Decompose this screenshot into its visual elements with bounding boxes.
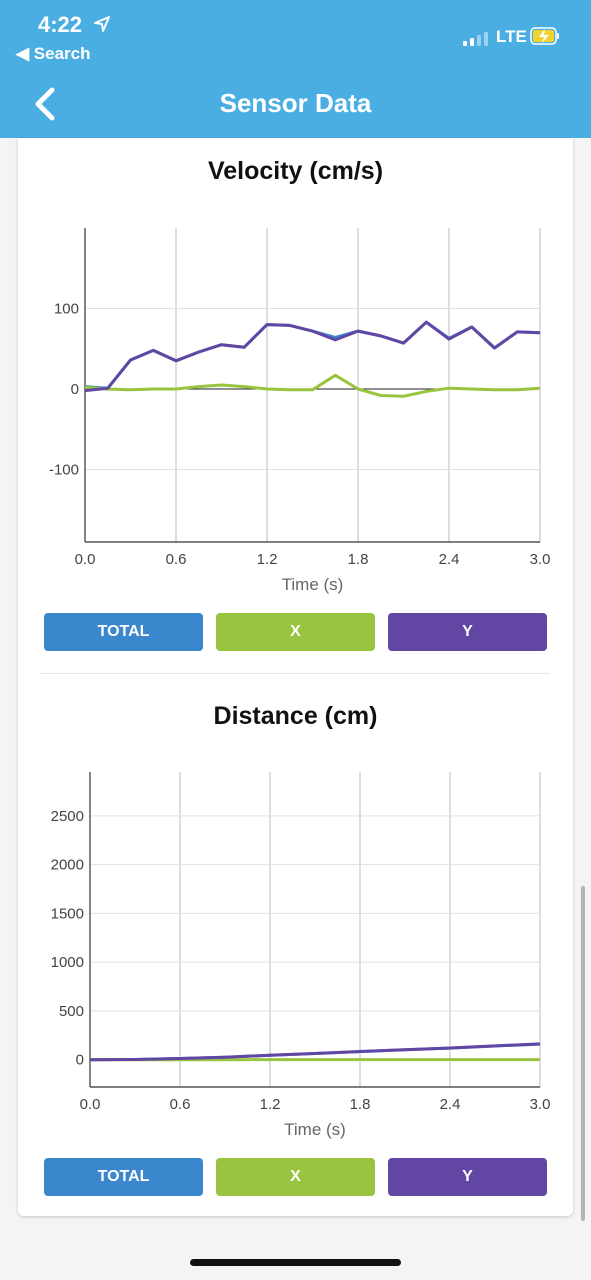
velocity-y-button[interactable]: Y (388, 613, 547, 651)
velocity-x-button[interactable]: X (216, 613, 375, 651)
y-tick-label: 100 (54, 301, 79, 318)
back-to-search-link[interactable]: ◀ Search (16, 44, 91, 64)
app-header: 4:22 ◀ Search LTE Sensor Data (0, 0, 591, 138)
x-tick-label: 2.4 (439, 551, 460, 568)
status-time: 4:22 (38, 12, 83, 37)
distance-chart: 0.0 0.6 1.2 1.8 2.4 3.0 2500 2000 1500 1000 500 0 Ti… (51, 772, 551, 1139)
home-indicator[interactable] (190, 1259, 401, 1266)
cellular-signal-icon (463, 30, 493, 46)
page-title: Sensor Data (219, 88, 372, 118)
series-line-y (84, 320, 541, 393)
scrollbar[interactable] (581, 886, 585, 1221)
y-tick-label: 0 (71, 381, 79, 398)
x-tick-label: 1.8 (350, 1096, 371, 1113)
x-tick-label: 2.4 (440, 1096, 461, 1113)
x-tick-label: 0.0 (80, 1096, 101, 1113)
series-line-x (84, 373, 541, 398)
x-tick-label: 3.0 (530, 551, 551, 568)
y-tick-label: 2000 (51, 857, 84, 874)
x-tick-label: 1.2 (257, 551, 278, 568)
distance-total-button[interactable]: TOTAL (44, 1158, 203, 1196)
y-tick-label: 2500 (51, 808, 84, 825)
y-tick-label: 1000 (51, 954, 84, 971)
x-axis-title: Time (s) (284, 1120, 346, 1139)
velocity-chart-title: Velocity (cm/s) (207, 157, 384, 185)
distance-chart-title: Distance (cm) (213, 702, 378, 730)
velocity-total-button[interactable]: TOTAL (44, 613, 203, 651)
velocity-chart: 0.0 0.6 1.2 1.8 2.4 3.0 100 0 -100 Time (s) (49, 228, 551, 594)
y-tick-label: -100 (49, 462, 79, 479)
x-tick-label: 3.0 (530, 1096, 551, 1113)
battery-charging-icon (530, 27, 559, 45)
x-tick-label: 0.6 (170, 1096, 191, 1113)
network-type: LTE (496, 27, 527, 46)
y-tick-label: 1500 (51, 905, 84, 922)
y-tick-label: 0 (76, 1052, 84, 1069)
series-line-y (89, 1042, 541, 1062)
x-axis-title: Time (s) (282, 575, 344, 594)
x-tick-label: 1.8 (348, 551, 369, 568)
chart-divider (41, 673, 550, 674)
distance-x-button[interactable]: X (216, 1158, 375, 1196)
distance-y-button[interactable]: Y (388, 1158, 547, 1196)
location-arrow-icon (94, 16, 110, 32)
y-tick-label: 500 (59, 1003, 84, 1020)
x-tick-label: 0.0 (75, 551, 96, 568)
x-tick-label: 0.6 (166, 551, 187, 568)
x-tick-label: 1.2 (260, 1096, 281, 1113)
